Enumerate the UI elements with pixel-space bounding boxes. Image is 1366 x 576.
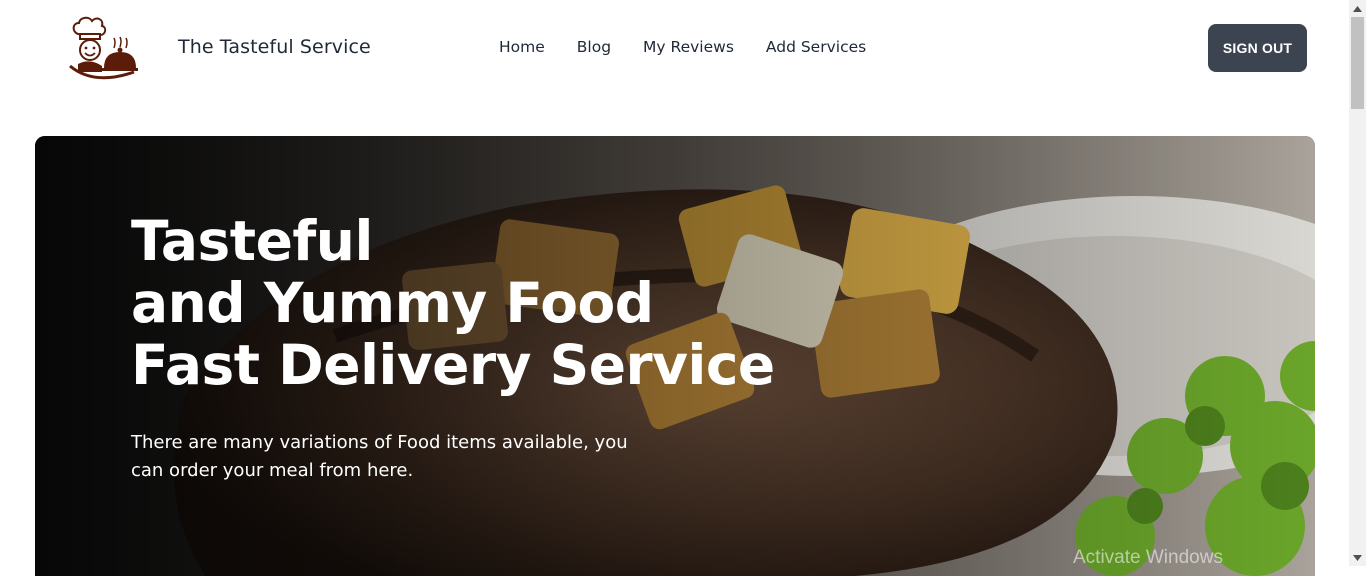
hero-title: Tasteful and Yummy Food Fast Delivery Se… — [131, 210, 775, 396]
sign-out-button[interactable]: SIGN OUT — [1208, 24, 1307, 72]
hero-banner: Tasteful and Yummy Food Fast Delivery Se… — [35, 136, 1315, 576]
chef-logo-icon[interactable] — [64, 14, 140, 82]
nav-blog[interactable]: Blog — [577, 38, 611, 56]
chevron-down-icon[interactable] — [1349, 549, 1366, 566]
nav-add-services[interactable]: Add Services — [766, 38, 866, 56]
page-scrollbar[interactable] — [1349, 0, 1366, 566]
nav-home[interactable]: Home — [499, 38, 545, 56]
nav-my-reviews[interactable]: My Reviews — [643, 38, 734, 56]
hero-title-line-1: Tasteful — [131, 209, 373, 273]
hero-title-line-2: and Yummy Food — [131, 271, 654, 335]
scroll-thumb[interactable] — [1351, 17, 1364, 109]
brand-name[interactable]: The Tasteful Service — [178, 36, 371, 58]
navbar: The Tasteful Service Home Blog My Review… — [0, 0, 1349, 96]
hero-description: There are many variations of Food items … — [131, 432, 628, 481]
main-nav: Home Blog My Reviews Add Services — [499, 38, 866, 56]
hero-title-line-3: Fast Delivery Service — [131, 333, 775, 397]
chevron-up-icon[interactable] — [1349, 0, 1366, 17]
